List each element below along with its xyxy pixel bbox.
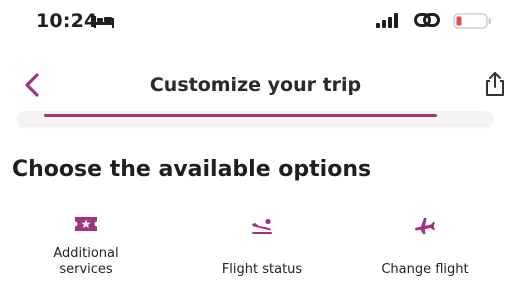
battery-low-icon (453, 13, 491, 29)
option-label: Additional services (53, 246, 119, 277)
option-additional-services[interactable]: Additional services (16, 212, 156, 304)
status-bar: 10:24 (0, 0, 511, 48)
option-label: Change flight (381, 262, 469, 277)
flight-landing-icon (252, 218, 272, 234)
header: Customize your trip (0, 58, 511, 118)
section-title: Choose the available options (12, 157, 372, 182)
ticket-icon (75, 217, 97, 231)
page-title: Customize your trip (149, 74, 362, 96)
link-icon (414, 13, 440, 27)
progress-fill (44, 114, 437, 117)
options-row: Additional services Flight status Change… (0, 212, 511, 308)
option-label: Flight status (221, 262, 303, 277)
status-time: 10:24 (36, 10, 98, 32)
option-flight-status[interactable]: Flight status (192, 212, 332, 304)
bed-icon (94, 16, 114, 28)
share-icon[interactable] (481, 70, 509, 98)
progress-bar (18, 111, 493, 125)
flight-change-icon (415, 218, 435, 234)
cellular-signal-icon (376, 13, 398, 28)
option-change-flight[interactable]: Change flight (355, 212, 495, 304)
